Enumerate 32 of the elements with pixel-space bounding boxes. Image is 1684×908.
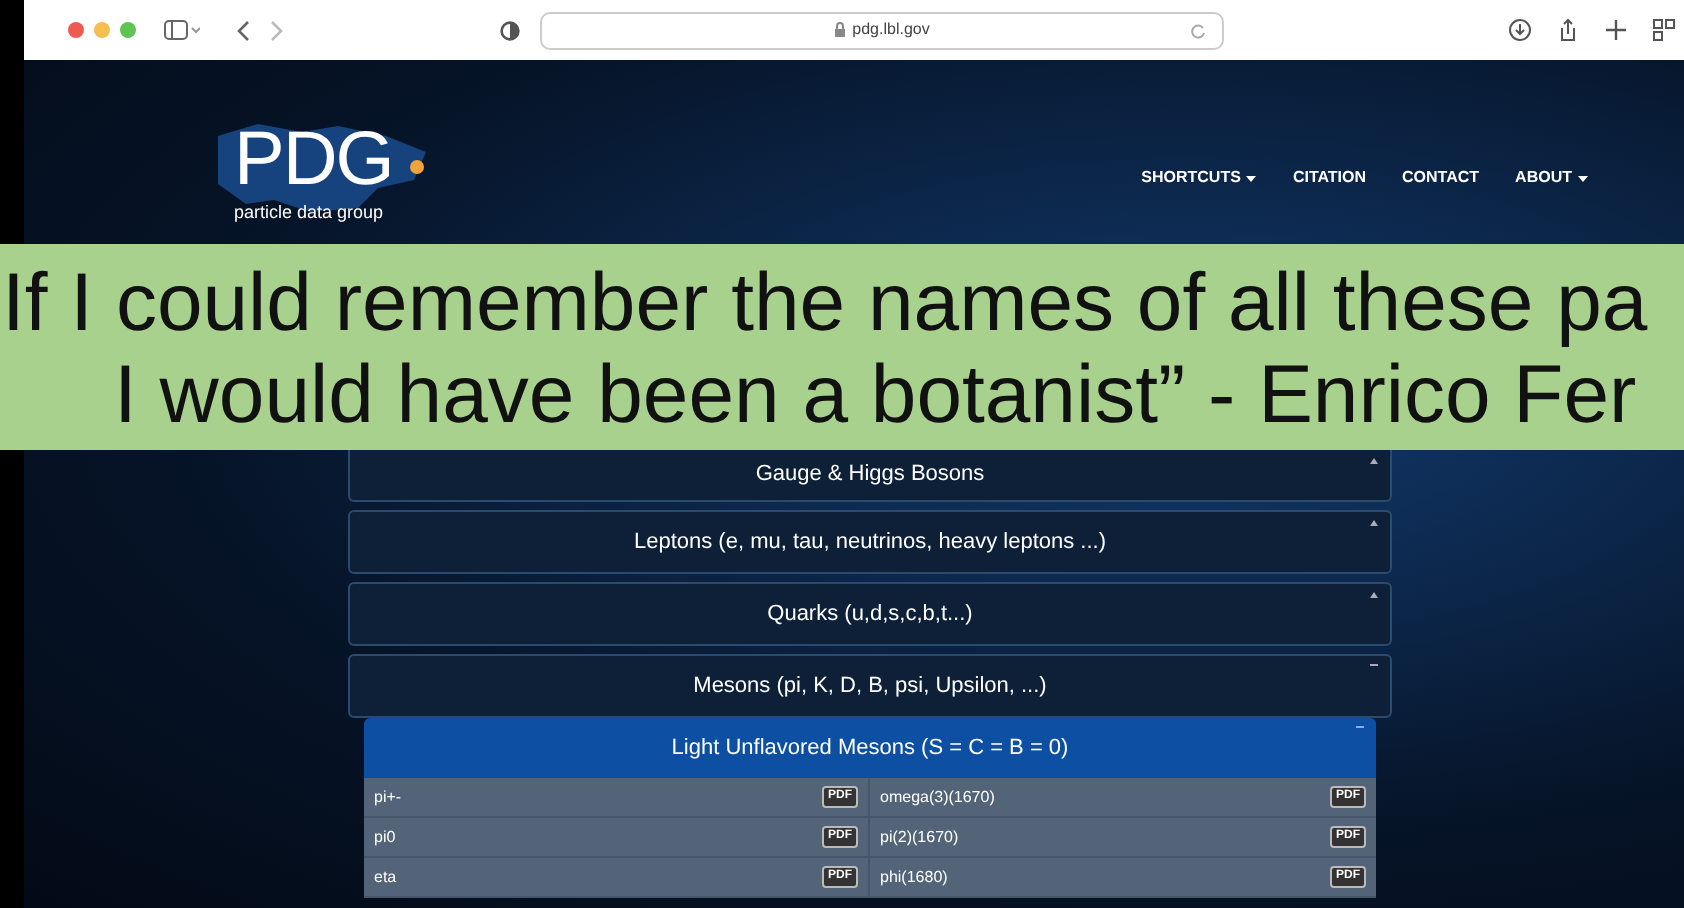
nav-link[interactable]: ABOUT <box>1515 166 1588 190</box>
quote-text: If I could remember the names of all these pa <box>2 255 1648 347</box>
nav-link[interactable]: CITATION <box>1292 166 1367 190</box>
accordion-header[interactable]: Leptons (e, mu, tau, neutrinos, heavy leptons ...) <box>348 510 1392 574</box>
shield-icon <box>500 19 520 41</box>
caret-icon <box>1578 175 1588 181</box>
expand-icon[interactable] <box>1370 458 1378 464</box>
caret-icon <box>1246 175 1257 181</box>
expand-icon[interactable] <box>1370 520 1378 526</box>
subsection-header[interactable]: Light Unflavored Mesons (S = C = B = 0) <box>364 718 1376 778</box>
accordion-header[interactable]: Quarks (u,d,s,c,b,t...) <box>348 582 1392 646</box>
quote-text: I would have been a botanist” - Enrico Fer <box>114 347 1637 439</box>
accordion-header[interactable]: Mesons (pi, K, D, B, psi, Upsilon, ...) <box>348 654 1392 718</box>
particle-link[interactable]: pi0 <box>374 825 396 849</box>
back-icon[interactable] <box>236 19 250 41</box>
particle-link[interactable]: pi+- <box>374 785 402 809</box>
url-text: pdg.lbl.gov <box>852 18 930 42</box>
plus-icon[interactable] <box>1604 18 1628 42</box>
sidebar-icon[interactable] <box>164 20 200 40</box>
tabs-icon[interactable] <box>1652 18 1676 42</box>
lock-icon <box>834 22 847 38</box>
address-bar[interactable]: pdg.lbl.gov <box>540 11 1224 49</box>
expand-icon[interactable] <box>1370 592 1378 598</box>
nav-link[interactable]: CONTACT <box>1402 166 1480 190</box>
accordion-header[interactable]: Gauge & Higgs Bosons <box>348 450 1392 502</box>
download-icon[interactable] <box>1508 18 1532 42</box>
particle-link[interactable]: pi(2)(1670) <box>880 825 959 849</box>
particle-link[interactable]: omega(3)(1670) <box>880 785 995 809</box>
share-icon[interactable] <box>1556 18 1580 42</box>
particle-link[interactable]: phi(1680) <box>880 865 948 889</box>
nav-link[interactable]: SHORTCUTS <box>1141 166 1257 190</box>
particle-link[interactable]: eta <box>374 865 397 889</box>
